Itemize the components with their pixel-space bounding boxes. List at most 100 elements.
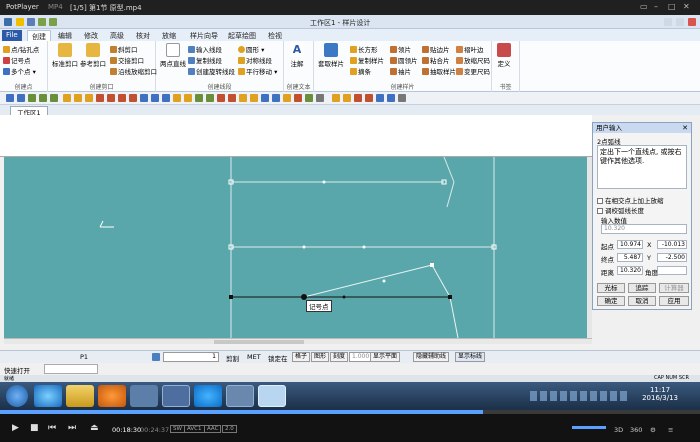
close-icon[interactable]: ✕ bbox=[683, 2, 690, 11]
tool-icon[interactable] bbox=[217, 94, 225, 102]
tool-icon[interactable] bbox=[283, 94, 291, 102]
3d-button[interactable]: 3D bbox=[614, 426, 623, 434]
copy-line-button[interactable]: 复制线段 bbox=[188, 55, 222, 65]
tool-icon[interactable] bbox=[354, 94, 362, 102]
change-size-button[interactable]: 变更尺码 bbox=[456, 66, 490, 76]
zoom-out-icon[interactable] bbox=[39, 94, 47, 102]
tool-icon[interactable] bbox=[365, 94, 373, 102]
quick-open-input[interactable] bbox=[44, 364, 98, 374]
tab-create[interactable]: 创建 bbox=[27, 30, 51, 41]
ie-icon[interactable] bbox=[34, 385, 62, 407]
tool-icon[interactable] bbox=[96, 94, 104, 102]
trace-piece-button[interactable]: 套取样片 bbox=[318, 43, 344, 68]
copy-piece-button[interactable]: 复制样片 bbox=[350, 55, 384, 65]
tool-icon[interactable] bbox=[294, 94, 302, 102]
tab-check[interactable]: 核对 bbox=[132, 30, 154, 41]
input-line-button[interactable]: 输入线段 bbox=[188, 44, 222, 54]
define-bookmark-button[interactable]: 定义 bbox=[497, 43, 511, 68]
media-player-icon[interactable] bbox=[98, 385, 126, 407]
dropdown-icon[interactable] bbox=[316, 94, 324, 102]
rotate-line-button[interactable]: 创建旋转线段 bbox=[188, 66, 235, 76]
x-value[interactable]: -10.013 bbox=[657, 240, 687, 249]
scale-mark-button[interactable]: 刻度 bbox=[330, 352, 349, 362]
quantity-field[interactable]: 1 bbox=[163, 352, 219, 362]
app-close-icon[interactable] bbox=[688, 18, 696, 26]
mark-point-button[interactable]: 记号点 bbox=[3, 55, 31, 65]
tool-icon[interactable] bbox=[162, 94, 170, 102]
distance-value[interactable]: 10.320 bbox=[617, 266, 643, 275]
adjust-arc-checkbox[interactable]: 调校弧线长度 bbox=[597, 205, 644, 215]
tool-icon[interactable] bbox=[151, 94, 159, 102]
redo-icon[interactable] bbox=[17, 94, 25, 102]
dropdown-icon[interactable] bbox=[398, 94, 406, 102]
cancel-button[interactable]: 取消 bbox=[628, 296, 656, 306]
tab-piece-wizard[interactable]: 样片向导 bbox=[186, 30, 222, 41]
cad-app-icon[interactable] bbox=[162, 385, 190, 407]
tab-grading[interactable]: 放缩 bbox=[158, 30, 180, 41]
tool-icon[interactable] bbox=[140, 94, 148, 102]
extract-piece-button[interactable]: 抽取样片 bbox=[422, 66, 456, 76]
rectangle-button[interactable]: 长方形 bbox=[350, 44, 378, 54]
tool-icon[interactable] bbox=[239, 94, 247, 102]
tool-icon[interactable] bbox=[118, 94, 126, 102]
value-input[interactable]: 10.320 bbox=[601, 224, 687, 234]
tool-icon[interactable] bbox=[173, 94, 181, 102]
redo-icon[interactable] bbox=[49, 18, 57, 26]
tool-icon[interactable] bbox=[343, 94, 351, 102]
grid-button[interactable]: 格子 bbox=[292, 352, 311, 362]
menu-icon[interactable]: ≡ bbox=[668, 426, 673, 434]
horizontal-scrollbar[interactable] bbox=[4, 338, 592, 344]
undo-icon[interactable] bbox=[6, 94, 14, 102]
tool-icon[interactable] bbox=[272, 94, 280, 102]
360-button[interactable]: 360 bbox=[630, 426, 642, 434]
tool-icon[interactable] bbox=[74, 94, 82, 102]
clock[interactable]: 11:17 2016/3/13 bbox=[642, 386, 678, 402]
ref-notch-button[interactable]: 参考剪口 bbox=[80, 43, 106, 68]
fusing-button[interactable]: 粘合片 bbox=[422, 55, 450, 65]
collar-button[interactable]: 领片 bbox=[390, 44, 411, 54]
save-icon[interactable] bbox=[27, 18, 35, 26]
tool-icon[interactable] bbox=[228, 94, 236, 102]
tool-icon[interactable] bbox=[195, 94, 203, 102]
tool-icon[interactable] bbox=[107, 94, 115, 102]
strip-button[interactable]: 摘条 bbox=[350, 66, 371, 76]
tab-file[interactable]: File bbox=[2, 30, 22, 41]
close-icon[interactable]: ✕ bbox=[682, 123, 688, 133]
ruffle-button[interactable]: 褶叶边 bbox=[456, 44, 484, 54]
shape-button[interactable]: 图形 bbox=[311, 352, 330, 362]
drawing-canvas[interactable]: 记号点 bbox=[4, 157, 592, 338]
angle-value[interactable] bbox=[657, 266, 687, 275]
stop-icon[interactable]: ■ bbox=[30, 423, 39, 433]
grade-size-button[interactable]: 放缩尺码 bbox=[456, 55, 490, 65]
app-maximize-icon[interactable] bbox=[676, 18, 684, 26]
y-value[interactable]: -2.500 bbox=[657, 253, 687, 262]
multi-point-button[interactable]: 多个点 ▾ bbox=[3, 66, 36, 76]
app-icon[interactable] bbox=[130, 385, 158, 407]
explorer-icon[interactable] bbox=[66, 385, 94, 407]
tool-icon[interactable] bbox=[250, 94, 258, 102]
previous-icon[interactable]: ⏮ bbox=[48, 423, 56, 433]
scroll-thumb[interactable] bbox=[214, 340, 304, 344]
grade-intersection-checkbox[interactable]: 在相交点上加上放缩 bbox=[597, 195, 664, 205]
cursor-button[interactable]: 光标 bbox=[597, 283, 625, 293]
tab-view[interactable]: 检视 bbox=[264, 30, 286, 41]
show-plane-button[interactable]: 显示平面 bbox=[370, 352, 401, 362]
system-tray-icons[interactable] bbox=[530, 391, 630, 401]
round-collar-button[interactable]: 圆领片 bbox=[390, 55, 418, 65]
piece-icon[interactable] bbox=[152, 353, 160, 361]
tab-modify[interactable]: 修改 bbox=[80, 30, 102, 41]
start-value[interactable]: 10.974 bbox=[617, 240, 643, 249]
show-grade-button[interactable]: 显示标线 bbox=[455, 352, 486, 362]
tool-icon[interactable] bbox=[63, 94, 71, 102]
volume-slider[interactable] bbox=[572, 426, 606, 429]
tool-icon[interactable] bbox=[261, 94, 269, 102]
two-point-line-button[interactable]: 两点直线 bbox=[160, 43, 186, 68]
ok-button[interactable]: 确定 bbox=[597, 296, 625, 306]
slant-notch-button[interactable]: 斜剪口 bbox=[110, 44, 138, 54]
maximize-icon[interactable]: □ bbox=[668, 2, 676, 11]
start-button-icon[interactable] bbox=[6, 385, 28, 407]
zoom-in-icon[interactable] bbox=[28, 94, 36, 102]
calculator-button[interactable]: 计算器 bbox=[659, 283, 689, 293]
settings-icon[interactable]: ⚙ bbox=[650, 426, 656, 434]
tool-icon[interactable] bbox=[376, 94, 384, 102]
